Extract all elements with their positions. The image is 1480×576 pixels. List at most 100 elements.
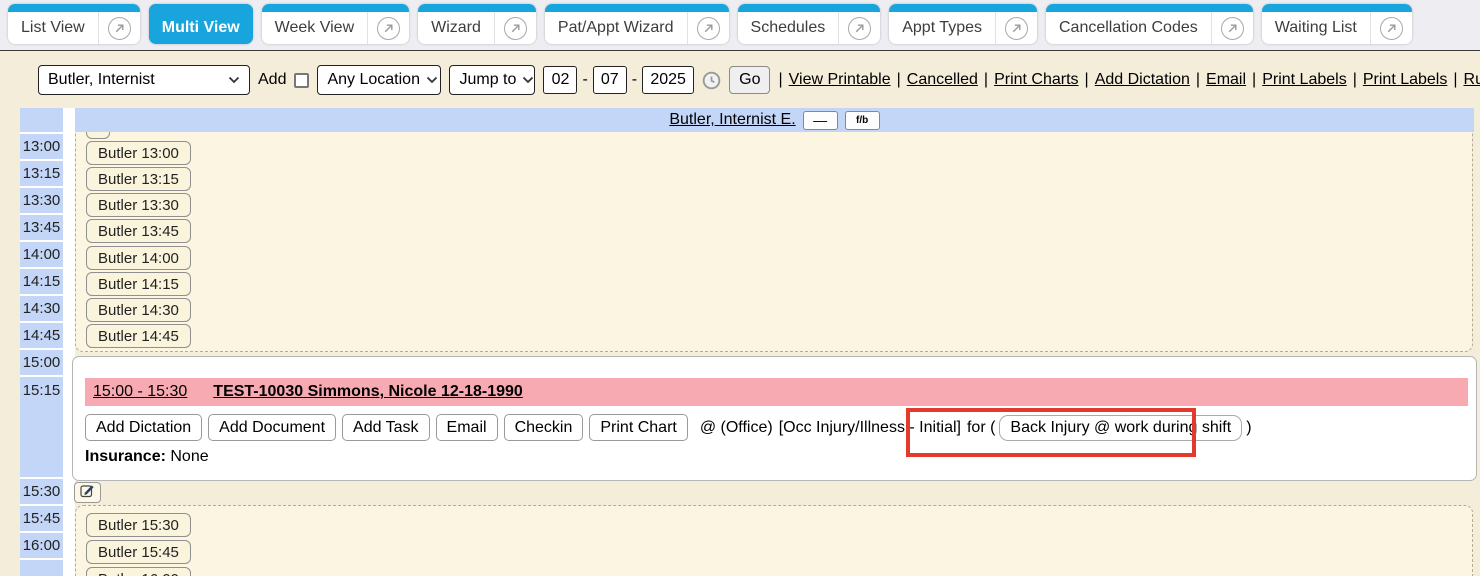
- add-checkbox[interactable]: [294, 73, 309, 88]
- appointment-reason-chip[interactable]: Back Injury @ work during shift: [999, 415, 1242, 441]
- location-select[interactable]: Any Location: [317, 65, 441, 95]
- edit-pencil-icon: [80, 483, 95, 503]
- open-new-window-icon[interactable]: [108, 17, 131, 40]
- insurance-label: Insurance:: [85, 448, 166, 465]
- open-new-window-icon[interactable]: [697, 17, 720, 40]
- scheduler-app: List View Multi View Week View Wizard Pa…: [0, 0, 1480, 576]
- open-slot-button[interactable]: Butler 15:30: [86, 513, 191, 537]
- provider-select-value: Butler, Internist: [48, 71, 155, 89]
- go-button[interactable]: Go: [729, 66, 770, 94]
- jump-to-select[interactable]: Jump to: [449, 65, 535, 95]
- time-label: 13:45: [20, 215, 63, 240]
- time-label: 15:30: [20, 479, 63, 504]
- add-task-button[interactable]: Add Task: [342, 414, 430, 441]
- appointment-actions-row: Add Dictation Add Document Add Task Emai…: [85, 414, 1468, 441]
- open-new-window-icon[interactable]: [1221, 17, 1244, 40]
- time-label: 14:30: [20, 296, 63, 321]
- time-label-partial: [20, 560, 63, 576]
- time-label: 13:15: [20, 161, 63, 186]
- tab-cancellation-codes[interactable]: Cancellation Codes: [1046, 4, 1253, 44]
- date-month-field[interactable]: [543, 66, 577, 94]
- view-tab-bar: List View Multi View Week View Wizard Pa…: [0, 0, 1480, 51]
- open-new-window-icon[interactable]: [504, 17, 527, 40]
- tab-waiting-list[interactable]: Waiting List: [1262, 4, 1412, 44]
- appointment-time-link[interactable]: 15:00 - 15:30: [93, 383, 187, 401]
- time-label: 14:15: [20, 269, 63, 294]
- add-document-button[interactable]: Add Document: [208, 414, 336, 441]
- open-slot-button[interactable]: Butler 16:00: [86, 567, 191, 576]
- open-slot-button[interactable]: Butler 13:15: [86, 167, 191, 191]
- provider-header-link[interactable]: Butler, Internist E.: [669, 111, 795, 129]
- appointment-patient-link[interactable]: TEST-10030 Simmons, Nicole 12-18-1990: [213, 383, 522, 401]
- appointment-header-bar: 15:00 - 15:30 TEST-10030 Simmons, Nicole…: [85, 378, 1468, 406]
- date-year-field[interactable]: [642, 66, 694, 94]
- time-label: 13:30: [20, 188, 63, 213]
- email-link[interactable]: Email: [1206, 71, 1246, 89]
- print-charts-link[interactable]: Print Charts: [994, 71, 1078, 89]
- date-day-field[interactable]: [593, 66, 627, 94]
- location-select-value: Any Location: [327, 71, 420, 89]
- time-label: 15:45: [20, 506, 63, 531]
- date-separator: -: [582, 71, 587, 89]
- open-slots-region-bottom: Butler 15:30 Butler 15:45 Butler 16:00: [75, 505, 1473, 576]
- open-slot-button[interactable]: Butler 14:15: [86, 272, 191, 296]
- open-slot-button[interactable]: Butler 14:45: [86, 324, 191, 348]
- open-new-window-icon[interactable]: [1380, 17, 1403, 40]
- provider-select[interactable]: Butler, Internist: [38, 65, 250, 95]
- time-label: 15:00: [20, 350, 63, 375]
- open-slots-region-top: Butler 13:00 Butler 13:15 Butler 13:30 B…: [75, 110, 1473, 352]
- open-slot-button[interactable]: Butler 14:00: [86, 246, 191, 270]
- provider-column-header: Butler, Internist E. — f/b: [75, 108, 1474, 132]
- time-column-header: [20, 108, 63, 132]
- email-button[interactable]: Email: [436, 414, 498, 441]
- tab-multi-view[interactable]: Multi View: [149, 4, 253, 44]
- insurance-value: None: [170, 448, 208, 465]
- print-chart-button[interactable]: Print Chart: [589, 414, 687, 441]
- clock-icon[interactable]: [702, 71, 721, 90]
- tab-pat-appt-wizard[interactable]: Pat/Appt Wizard: [545, 4, 729, 44]
- appointment-close-paren: ): [1246, 419, 1251, 437]
- date-separator: -: [632, 71, 637, 89]
- time-label: 15:15: [20, 377, 63, 477]
- jump-to-select-value: Jump to: [459, 71, 516, 89]
- tab-appt-types[interactable]: Appt Types: [889, 4, 1037, 44]
- checkin-button[interactable]: Checkin: [504, 414, 584, 441]
- tab-week-view[interactable]: Week View: [262, 4, 409, 44]
- view-printable-link[interactable]: View Printable: [789, 71, 891, 89]
- fb-button[interactable]: f/b: [845, 111, 880, 130]
- open-slot-button[interactable]: Butler 13:00: [86, 141, 191, 165]
- minimize-column-button[interactable]: —: [803, 111, 838, 130]
- chevron-down-icon: [522, 71, 534, 89]
- time-label: 13:00: [20, 134, 63, 159]
- appointment-type-text: [Occ Injury/Illness - Initial]: [779, 419, 961, 437]
- tab-wizard[interactable]: Wizard: [418, 4, 536, 44]
- open-new-window-icon[interactable]: [848, 17, 871, 40]
- action-links: |View Printable |Cancelled |Print Charts…: [778, 71, 1480, 89]
- print-labels-link[interactable]: Print Labels: [1363, 71, 1448, 89]
- open-new-window-icon[interactable]: [1005, 17, 1028, 40]
- edit-slot-button[interactable]: [74, 482, 101, 503]
- run-all-link[interactable]: Run Al: [1464, 71, 1480, 89]
- time-label: 14:00: [20, 242, 63, 267]
- add-dictation-button[interactable]: Add Dictation: [85, 414, 202, 441]
- open-slot-button[interactable]: Butler 15:45: [86, 540, 191, 564]
- add-dictation-link[interactable]: Add Dictation: [1095, 71, 1190, 89]
- time-label: 16:00: [20, 533, 63, 558]
- open-slot-button[interactable]: Butler 14:30: [86, 298, 191, 322]
- tab-schedules[interactable]: Schedules: [738, 4, 881, 44]
- open-slot-button[interactable]: Butler 13:45: [86, 219, 191, 243]
- appointment-for-text: for (: [967, 419, 995, 437]
- open-slot-button[interactable]: Butler 13:30: [86, 193, 191, 217]
- print-labels-link[interactable]: Print Labels: [1262, 71, 1347, 89]
- insurance-line: Insurance: None: [85, 448, 1468, 466]
- chevron-down-icon: [228, 71, 240, 89]
- cancelled-link[interactable]: Cancelled: [907, 71, 978, 89]
- appointment-card: 15:00 - 15:30 TEST-10030 Simmons, Nicole…: [72, 356, 1477, 481]
- appointment-location-text: @ (Office): [700, 419, 773, 437]
- open-new-window-icon[interactable]: [377, 17, 400, 40]
- schedule-toolbar: Butler, Internist Add Any Location Jump …: [0, 52, 1480, 108]
- tab-list-view[interactable]: List View: [8, 4, 140, 44]
- time-label: 14:45: [20, 323, 63, 348]
- chevron-down-icon: [426, 71, 438, 89]
- add-label: Add: [258, 71, 286, 89]
